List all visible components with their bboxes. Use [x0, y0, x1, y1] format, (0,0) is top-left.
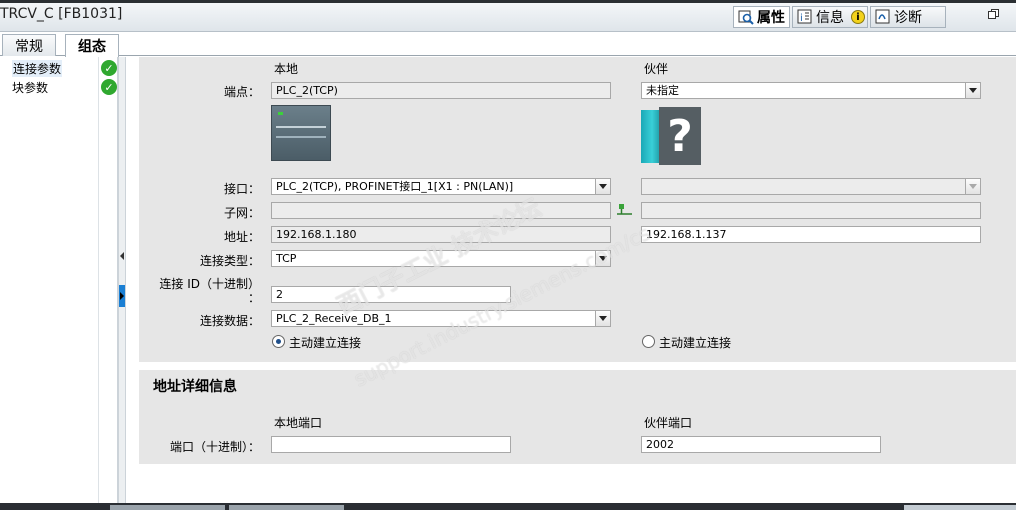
connection-data-label: 连接数据： [199, 314, 260, 328]
interface-partner-dropdown [641, 178, 981, 195]
partner-port-field[interactable]: 2002 [641, 436, 881, 453]
tab-diagnostics[interactable]: 诊断 [870, 6, 946, 28]
connection-id-field[interactable]: 2 [271, 286, 511, 303]
taskbar-button[interactable] [904, 505, 1016, 510]
tab-general[interactable]: 常规 [2, 34, 56, 56]
connection-type-dropdown[interactable]: TCP [271, 250, 611, 267]
endpoint-partner-dropdown[interactable]: 未指定 [641, 82, 981, 99]
main-tabs: 常规 组态 [0, 33, 1016, 57]
window-title: TRCV_C [FB1031] [0, 6, 123, 22]
active-connect-partner-radio[interactable] [642, 335, 655, 348]
tab-diagnostics-label: 诊断 [894, 10, 922, 26]
splitter-handle[interactable] [118, 57, 126, 510]
connection-data-value: PLC_2_Receive_DB_1 [276, 312, 392, 325]
taskbar-button[interactable] [110, 505, 225, 510]
properties-icon [738, 10, 754, 25]
diagnostics-icon [875, 9, 890, 24]
info-warning-icon: i [851, 10, 865, 24]
unknown-device-icon: ? [641, 107, 701, 165]
local-port-header: 本地端口 [274, 416, 323, 430]
check-ok-icon: ✓ [101, 79, 117, 95]
dropdown-arrow-icon [965, 179, 980, 194]
nav-item-connection-params[interactable]: 连接参数 ✓ [0, 59, 118, 77]
tab-configuration[interactable]: 组态 [65, 34, 119, 57]
connection-type-label: 连接类型： [199, 254, 260, 268]
subnet-label: 子网： [223, 206, 260, 220]
header-partner: 伙伴 [644, 62, 669, 76]
subnet-local-field [271, 202, 611, 219]
active-connect-partner-label: 主动建立连接 [659, 336, 732, 350]
address-partner-field[interactable]: 192.168.1.137 [641, 226, 981, 243]
dropdown-arrow-icon[interactable] [595, 179, 610, 194]
expand-right-icon[interactable] [120, 292, 124, 300]
tab-info[interactable]: i 信息 i [792, 6, 868, 28]
address-details-title: 地址详细信息 [153, 379, 237, 395]
nav-item-label: 连接参数 [12, 59, 63, 77]
info-icon: i [797, 9, 812, 24]
connection-data-dropdown[interactable]: PLC_2_Receive_DB_1 [271, 310, 611, 327]
dropdown-arrow-icon[interactable] [965, 83, 980, 98]
subnet-partner-field [641, 202, 981, 219]
endpoint-label: 端点： [223, 85, 260, 99]
collapse-left-icon[interactable] [120, 252, 124, 260]
nav-item-label: 块参数 [12, 80, 49, 95]
port-label: 端口（十进制）： [169, 440, 260, 454]
taskbar-button[interactable] [229, 505, 344, 510]
tab-properties-label: 属性 [757, 10, 785, 26]
address-label: 地址： [223, 230, 260, 244]
interface-local-value: PLC_2(TCP), PROFINET接口_1[X1 : PN(LAN)] [276, 180, 514, 193]
inspector-tabs: 属性 i 信息 i 诊断 [733, 6, 948, 28]
interface-label: 接口： [223, 182, 260, 196]
partner-port-header: 伙伴端口 [644, 416, 693, 430]
properties-window: TRCV_C [FB1031] 属性 i 信息 i 诊断 常规 组态 连接参数 … [0, 0, 1016, 510]
left-nav: 连接参数 ✓ 块参数 ✓ [0, 57, 118, 510]
endpoint-partner-value: 未指定 [646, 84, 679, 97]
nav-item-block-params[interactable]: 块参数 ✓ [0, 78, 118, 96]
active-connect-local-label: 主动建立连接 [289, 336, 362, 350]
header-local: 本地 [274, 62, 299, 76]
connection-type-value: TCP [276, 252, 297, 265]
tab-properties[interactable]: 属性 [733, 6, 790, 28]
address-local-field: 192.168.1.180 [271, 226, 611, 243]
connection-id-colon: ： [247, 291, 260, 305]
dropdown-arrow-icon[interactable] [595, 251, 610, 266]
local-port-field[interactable] [271, 436, 511, 453]
svg-text:i: i [800, 13, 803, 24]
restore-window-icon[interactable] [986, 9, 1008, 23]
network-link-icon [617, 204, 632, 215]
plc-device-image [271, 105, 331, 161]
endpoint-local-field: PLC_2(TCP) [271, 82, 611, 99]
interface-local-dropdown[interactable]: PLC_2(TCP), PROFINET接口_1[X1 : PN(LAN)] [271, 178, 611, 195]
title-bar: TRCV_C [FB1031] 属性 i 信息 i 诊断 [0, 0, 1016, 32]
tab-info-label: 信息 [816, 10, 844, 26]
top-border [0, 0, 1016, 3]
active-connect-local-radio[interactable] [272, 335, 285, 348]
check-ok-icon: ✓ [101, 60, 117, 76]
dropdown-arrow-icon[interactable] [595, 311, 610, 326]
bottom-taskbar [0, 503, 1016, 510]
